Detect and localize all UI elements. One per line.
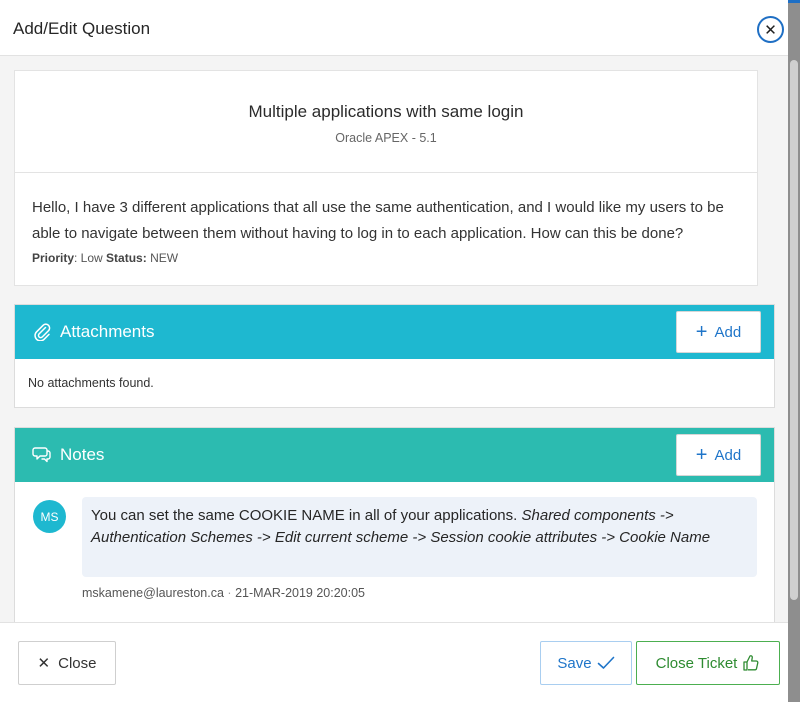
close-button-label: Close	[58, 654, 97, 672]
note-meta: mskamene@laureston.ca · 21-MAR-2019 20:2…	[82, 586, 365, 600]
close-ticket-label: Close Ticket	[655, 654, 738, 672]
add-attachment-button[interactable]: + Add	[676, 311, 761, 353]
avatar: MS	[33, 500, 66, 533]
note-timestamp: 21-MAR-2019 20:20:05	[235, 586, 366, 600]
plus-icon: +	[695, 321, 708, 343]
check-icon	[597, 656, 614, 669]
status-label: Status:	[106, 251, 147, 265]
note-author: mskamene@laureston.ca	[82, 586, 224, 600]
notes-header: Notes + Add	[15, 428, 774, 482]
save-button[interactable]: Save	[540, 641, 632, 685]
priority-value: : Low	[74, 251, 103, 265]
note-bubble: You can set the same COOKIE NAME in all …	[82, 497, 757, 577]
dialog-footer: ✕ Close Save Close Ticket	[0, 622, 788, 702]
add-note-label: Add	[714, 446, 742, 464]
question-text: Hello, I have 3 different applications t…	[32, 199, 724, 242]
notes-title: Notes	[60, 445, 105, 464]
scrollbar-thumb[interactable]	[790, 60, 798, 600]
note-separator: ·	[227, 586, 232, 600]
dialog-header: Add/Edit Question ✕	[0, 0, 788, 56]
note-text: You can set the same COOKIE NAME in all …	[91, 507, 522, 524]
notes-panel: Notes + Add MS You can set the same COOK…	[14, 427, 775, 622]
add-note-button[interactable]: + Add	[676, 434, 761, 476]
question-header: Multiple applications with same login Or…	[15, 71, 757, 173]
close-icon[interactable]: ✕	[757, 16, 784, 43]
attachments-title: Attachments	[60, 322, 155, 341]
close-button[interactable]: ✕ Close	[18, 641, 116, 685]
thumbs-up-icon	[743, 655, 759, 671]
add-attachment-label: Add	[714, 323, 742, 341]
backdrop-accent	[788, 0, 800, 3]
question-meta: Priority: Low Status: NEW	[32, 251, 178, 265]
page-scrollbar[interactable]	[788, 0, 800, 702]
attachments-header: Attachments + Add	[15, 305, 774, 359]
attachments-panel: Attachments + Add No attachments found.	[14, 304, 775, 408]
question-title: Multiple applications with same login	[248, 102, 524, 121]
paperclip-icon	[34, 323, 51, 341]
close-icon: ✕	[37, 655, 51, 672]
attachments-empty-text: No attachments found.	[28, 376, 154, 390]
add-edit-question-dialog: Add/Edit Question ✕ Multiple application…	[0, 0, 788, 702]
dialog-title: Add/Edit Question	[13, 19, 151, 38]
close-ticket-button[interactable]: Close Ticket	[636, 641, 780, 685]
priority-label: Priority	[32, 251, 75, 265]
dialog-body: Multiple applications with same login Or…	[0, 56, 788, 622]
question-subtitle: Oracle APEX - 5.1	[335, 131, 437, 145]
comments-icon	[32, 447, 51, 463]
save-button-label: Save	[557, 654, 592, 672]
status-value: NEW	[150, 251, 179, 265]
question-card: Multiple applications with same login Or…	[14, 70, 758, 286]
plus-icon: +	[695, 444, 708, 466]
